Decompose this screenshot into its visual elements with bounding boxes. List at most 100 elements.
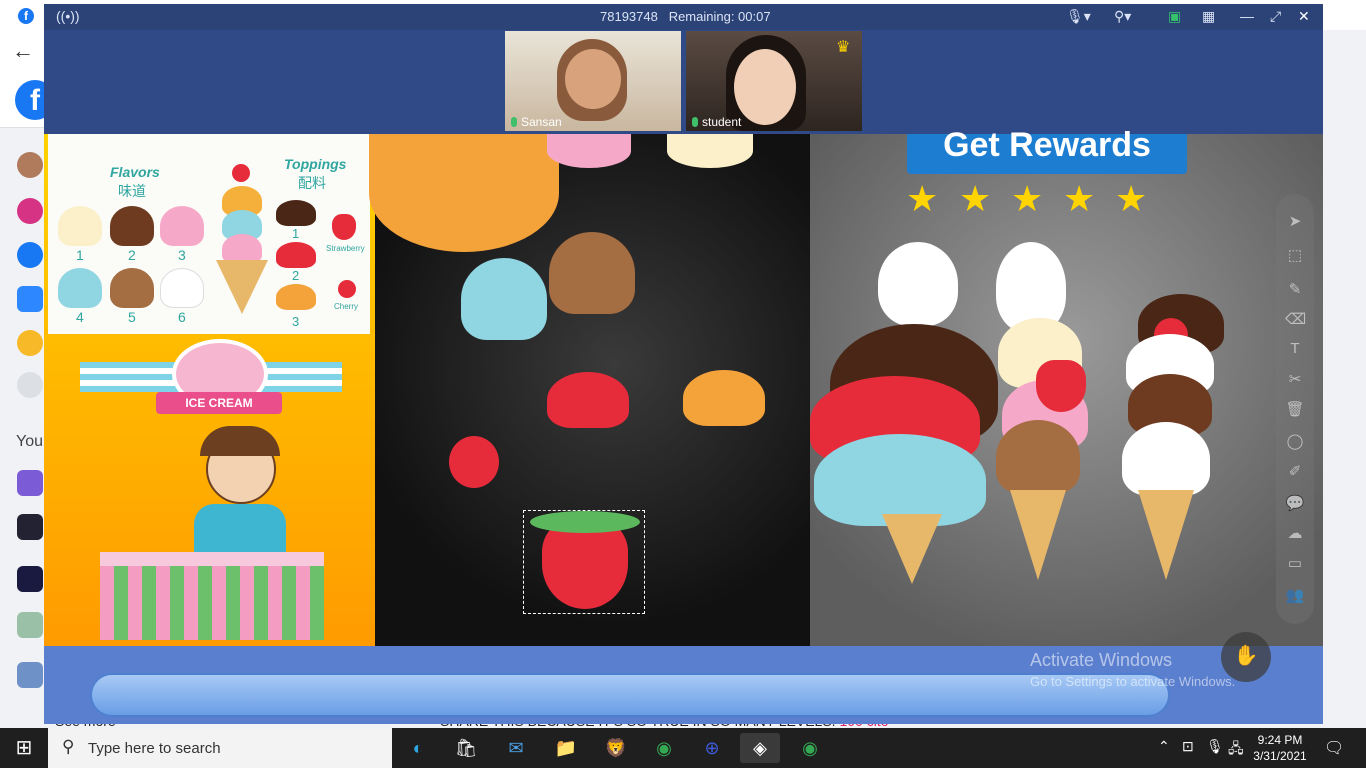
draggable-caramel-topping[interactable]: [369, 134, 559, 252]
grid-layout-icon[interactable]: ▦: [1202, 8, 1215, 25]
flavors-cn: 味道: [118, 183, 146, 199]
flavor-number: 5: [128, 309, 136, 325]
shape-icon[interactable]: ◯: [1285, 432, 1305, 452]
store-icon[interactable]: 🛍: [446, 733, 486, 763]
selection-box[interactable]: [523, 510, 645, 614]
broadcast-icon: ((•)): [56, 8, 80, 24]
brave-icon[interactable]: 🦁: [596, 733, 636, 763]
lesson-slide: Flavors 味道 Toppings 配料 1 2 3 4 5 6 1 2 3…: [44, 128, 1323, 646]
whipped-cream: [878, 242, 958, 326]
select-icon[interactable]: ⬚: [1285, 246, 1305, 266]
tray-mic-icon[interactable]: 🎙: [1206, 738, 1224, 755]
tray-network-icon[interactable]: 🖧: [1228, 738, 1244, 762]
topping-number: 1: [292, 226, 300, 241]
meeting-status: 78193748 Remaining: 00:07: [600, 9, 771, 24]
shortcut-item[interactable]: [17, 470, 43, 496]
mail-icon[interactable]: ✉: [496, 733, 536, 763]
camera-icon[interactable]: ⚲▾: [1114, 8, 1131, 25]
draggable-coffee-scoop[interactable]: [549, 232, 635, 314]
whiteboard-toolbar: ➤ ⬚ ✎ ⌫ T ✂ 🗑 ◯ ✐ 💬 ☁ ▭ 👥: [1276, 194, 1314, 624]
ice-cream-menu: Flavors 味道 Toppings 配料 1 2 3 4 5 6 1 2 3…: [48, 134, 370, 334]
reward-star-icon: ★: [1011, 178, 1044, 219]
flavor-sprinkle: [160, 268, 204, 308]
edit-icon[interactable]: ✐: [1285, 462, 1305, 482]
slide-middle-panel: [369, 134, 810, 646]
tray-chevron-icon[interactable]: ⌃: [1158, 738, 1170, 755]
reward-star-icon: ★: [1063, 178, 1096, 219]
taskbar-clock[interactable]: 9:24 PM 3/31/2021: [1252, 732, 1308, 764]
shortcut-item[interactable]: [17, 514, 43, 540]
flavor-coffee: [110, 268, 154, 308]
clock-time: 9:24 PM: [1257, 733, 1303, 747]
arrow-left-icon[interactable]: ←: [12, 38, 34, 64]
topping-chocolate: [276, 200, 316, 226]
draggable-vanilla-scoop[interactable]: [667, 134, 753, 168]
users-icon[interactable]: 👥: [1285, 586, 1305, 606]
flavor-vanilla: [58, 206, 102, 246]
edge-icon[interactable]: ◐: [398, 733, 438, 763]
eraser-icon[interactable]: ⌫: [1285, 310, 1306, 330]
draggable-strawberry-scoop[interactable]: [547, 134, 631, 168]
teacher-face: [565, 49, 621, 109]
profile-avatar[interactable]: [17, 152, 43, 178]
notifications-icon[interactable]: 🗨: [1324, 738, 1344, 758]
memories-icon[interactable]: [17, 286, 43, 312]
taskbar-search-box[interactable]: ⚲ Type here to search: [48, 728, 392, 768]
dating-icon[interactable]: [17, 198, 43, 224]
active-app-icon[interactable]: ◈: [740, 733, 780, 763]
classroom-app-icon[interactable]: ⊕: [692, 733, 732, 763]
windows-start-icon[interactable]: ⊞: [0, 728, 48, 768]
saved-icon[interactable]: [17, 330, 43, 356]
microphone-icon[interactable]: 🎙▾: [1066, 8, 1091, 25]
cloud-icon[interactable]: ☁: [1285, 524, 1305, 544]
minimize-icon[interactable]: —: [1240, 8, 1254, 24]
participant-name: student: [692, 115, 741, 129]
video-tile-student[interactable]: ♛ student: [686, 31, 862, 131]
chat-icon[interactable]: 💬: [1285, 494, 1305, 514]
shopkeeper-shirt: [194, 504, 286, 554]
draggable-cherry-sauce-topping[interactable]: [547, 372, 629, 428]
participant-name: Sansan: [511, 115, 562, 129]
toolbox-icon[interactable]: ▭: [1285, 554, 1305, 574]
activate-windows-subtext: Go to Settings to activate Windows.: [1030, 674, 1236, 689]
flavor-number: 4: [76, 309, 84, 325]
flavor-number: 2: [128, 247, 136, 263]
facebook-left-sidebar: You: [0, 128, 44, 728]
facebook-tab-icon[interactable]: f: [18, 8, 34, 24]
shortcuts-heading: You: [16, 433, 43, 450]
middle-cone: [1010, 490, 1066, 580]
flavor-number: 6: [178, 309, 186, 325]
shop-counter: [100, 564, 324, 640]
pointer-icon[interactable]: ➤: [1285, 212, 1305, 232]
activate-windows-watermark: Activate Windows: [1030, 650, 1173, 670]
toppings-cn: 配料: [298, 175, 326, 191]
share-screen-icon[interactable]: ▣: [1168, 8, 1181, 25]
tray-device-icon[interactable]: ⊡: [1182, 738, 1194, 755]
draggable-mint-scoop[interactable]: [461, 258, 547, 340]
strawberry-leaves: [530, 511, 640, 533]
shortcut-item[interactable]: [17, 566, 43, 592]
pen-icon[interactable]: ✎: [1285, 280, 1305, 300]
draggable-cherry[interactable]: [449, 436, 499, 488]
close-icon[interactable]: ✕: [1298, 8, 1310, 25]
reward-star-icon: ★: [1115, 178, 1148, 219]
trash-icon[interactable]: 🗑: [1285, 400, 1305, 420]
chrome-icon[interactable]: ◉: [790, 733, 830, 763]
menu-cone: [216, 260, 268, 314]
draggable-caramel-topping[interactable]: [683, 370, 765, 426]
text-icon[interactable]: T: [1285, 340, 1305, 360]
video-tile-teacher[interactable]: Sansan: [505, 31, 681, 131]
file-explorer-icon[interactable]: 📁: [546, 733, 586, 763]
slide-left-panel: Flavors 味道 Toppings 配料 1 2 3 4 5 6 1 2 3…: [44, 134, 375, 646]
topping-cherry-sauce: [276, 242, 316, 268]
chrome-icon[interactable]: ◉: [644, 733, 684, 763]
friends-icon[interactable]: [17, 242, 43, 268]
scissors-icon[interactable]: ✂: [1285, 370, 1305, 390]
flavor-strawberry: [160, 206, 204, 246]
strawberry-topping: [1036, 360, 1086, 412]
see-more-chevron-icon[interactable]: [17, 372, 43, 398]
shortcut-item[interactable]: [17, 662, 43, 688]
shortcut-item[interactable]: [17, 612, 43, 638]
raise-hand-icon[interactable]: ✋: [1221, 632, 1271, 682]
maximize-icon[interactable]: ⤢: [1270, 8, 1281, 25]
